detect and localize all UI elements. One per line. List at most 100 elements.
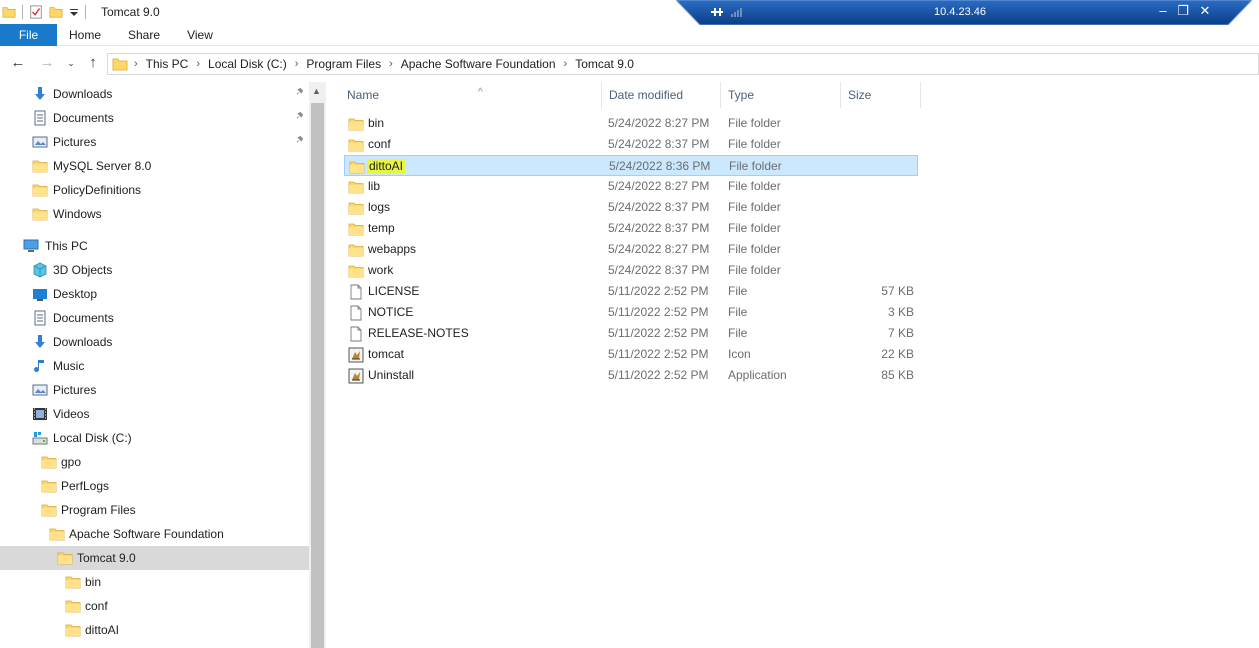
nav-pc-item[interactable]: 3D Objects [0,258,309,282]
folder-icon [65,622,81,638]
nav-tree-folder[interactable]: conf [0,594,309,618]
column-header-date[interactable]: Date modified [602,82,721,108]
nav-quick-access-item[interactable]: Pictures [0,130,309,154]
back-button[interactable]: ← [10,55,26,71]
folder-icon [348,242,364,258]
breadcrumb-separator[interactable]: › [389,58,393,70]
window-title: Tomcat 9.0 [101,5,160,19]
file-row[interactable]: bin 5/24/2022 8:27 PM File folder [344,113,918,134]
remote-close-button[interactable]: ✕ [1198,4,1212,18]
nav-tree-folder[interactable]: PerfLogs [0,474,309,498]
nav-quick-access-item[interactable]: Downloads [0,82,309,106]
nav-item-label: PerfLogs [61,479,110,493]
breadcrumb-separator[interactable]: › [295,58,299,70]
folder-icon [32,158,48,174]
new-folder-icon[interactable] [49,5,63,19]
nav-tree-folder[interactable]: dittoAI [0,618,309,642]
breadcrumb-local-disk[interactable]: Local Disk (C:) [208,57,287,71]
downloads-icon [32,334,48,350]
nav-item-label: bin [85,575,102,589]
column-header-size[interactable]: Size [841,82,921,108]
nav-pc-item[interactable]: Music [0,354,309,378]
tab-home[interactable]: Home [64,24,106,46]
file-date-modified: 5/24/2022 8:27 PM [608,116,710,130]
file-row[interactable]: NOTICE 5/11/2022 2:52 PM File 3 KB [344,302,918,323]
nav-pc-item[interactable]: Pictures [0,378,309,402]
nav-tree-folder[interactable]: Program Files [0,498,309,522]
nav-quick-access-item[interactable]: Documents [0,106,309,130]
file-row[interactable]: RELEASE-NOTES 5/11/2022 2:52 PM File 7 KB [344,323,918,344]
nav-pc-item[interactable]: Downloads [0,330,309,354]
breadcrumb-this-pc[interactable]: This PC [146,57,189,71]
scrollbar-thumb[interactable] [311,103,324,648]
nav-pc-item[interactable]: Documents [0,306,309,330]
file-row[interactable]: LICENSE 5/11/2022 2:52 PM File 57 KB [344,281,918,302]
breadcrumb-separator[interactable]: › [196,58,200,70]
file-file-type: File folder [728,242,781,256]
column-header-name[interactable]: Name ^ [340,82,602,108]
breadcrumb-tomcat[interactable]: Tomcat 9.0 [575,57,634,71]
nav-tree-folder[interactable]: Apache Software Foundation [0,522,309,546]
tab-view[interactable]: View [181,24,219,46]
file-name: webapps [368,242,417,256]
tab-file[interactable]: File [0,24,57,46]
file-icon [348,305,364,321]
folder-icon [41,454,57,470]
pin-icon[interactable] [295,135,307,147]
nav-quick-access-item[interactable]: MySQL Server 8.0 [0,154,309,178]
file-icon [348,284,364,300]
file-date-modified: 5/24/2022 8:27 PM [608,242,710,256]
folder-icon [41,502,57,518]
nav-pc-item[interactable]: Local Disk (C:) [0,426,309,450]
file-row[interactable]: temp 5/24/2022 8:37 PM File folder [344,218,918,239]
nav-tree-folder[interactable]: gpo [0,450,309,474]
recent-locations-chevron-icon[interactable]: ⌄ [63,55,79,71]
scroll-up-arrow-icon[interactable]: ▲ [312,86,321,96]
properties-icon[interactable] [29,5,43,19]
file-row[interactable]: Uninstall 5/11/2022 2:52 PM Application 85 … [344,365,918,386]
nav-this-pc[interactable]: This PC [0,234,309,258]
file-name: tomcat [368,347,405,361]
file-date-modified: 5/24/2022 8:37 PM [608,200,710,214]
nav-pc-item[interactable]: Videos [0,402,309,426]
pin-bar-icon[interactable] [710,5,724,19]
pictures-icon [32,382,48,398]
pin-icon[interactable] [295,111,307,123]
up-button[interactable]: ↑ [85,55,101,71]
file-row[interactable]: webapps 5/24/2022 8:27 PM File folder [344,239,918,260]
nav-tree-folder[interactable]: Tomcat 9.0 [0,546,309,570]
folder-icon [65,574,81,590]
breadcrumb-separator[interactable]: › [564,58,568,70]
nav-item-label: Documents [53,311,114,325]
customize-toolbar-icon[interactable] [69,5,79,19]
pin-icon[interactable] [295,87,307,99]
forward-button[interactable]: → [39,55,55,71]
breadcrumb-program-files[interactable]: Program Files [306,57,381,71]
remote-restore-button[interactable]: ❐ [1176,4,1190,18]
tab-share[interactable]: Share [122,24,166,46]
file-row[interactable]: conf 5/24/2022 8:37 PM File folder [344,134,918,155]
breadcrumb-separator[interactable]: › [134,58,138,70]
file-row[interactable]: work 5/24/2022 8:37 PM File folder [344,260,918,281]
file-list: Name ^ Date modified Type Size bin 5/24/2… [327,82,1259,648]
nav-quick-access-item[interactable]: Windows [0,202,309,226]
navigation-bar: ← → ⌄ ↑ › This PC › Local Disk (C:) › Pr… [0,46,1259,80]
column-header-type[interactable]: Type [721,82,841,108]
file-row[interactable]: logs 5/24/2022 8:37 PM File folder [344,197,918,218]
connection-quality-icon[interactable] [731,7,743,17]
nav-tree-folder[interactable]: bin [0,570,309,594]
file-row[interactable]: tomcat 5/11/2022 2:52 PM Icon 22 KB [344,344,918,365]
nav-pc-item[interactable]: Desktop [0,282,309,306]
remote-minimize-button[interactable]: – [1156,4,1170,18]
file-date-modified: 5/24/2022 8:37 PM [608,137,710,151]
file-row[interactable]: lib 5/24/2022 8:27 PM File folder [344,176,918,197]
nav-quick-access-item[interactable]: PolicyDefinitions [0,178,309,202]
file-row[interactable]: dittoAI 5/24/2022 8:36 PM File folder [344,155,918,176]
folder-icon[interactable] [2,5,16,19]
navigation-scrollbar[interactable]: ▲ [309,82,326,648]
folder-icon [348,116,364,132]
breadcrumb-apache[interactable]: Apache Software Foundation [401,57,556,71]
address-bar[interactable]: › This PC › Local Disk (C:) › Program Fi… [107,53,1259,75]
file-name: lib [368,179,381,193]
file-file-size: 57 KB [881,284,914,298]
